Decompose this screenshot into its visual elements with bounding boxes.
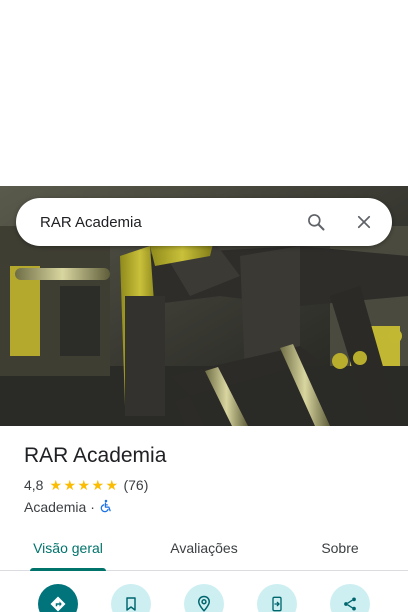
separator: · bbox=[90, 499, 95, 515]
map-blank-area bbox=[0, 0, 408, 186]
rating-stars: ★ ★ ★ ★ ★ bbox=[49, 478, 119, 492]
place-name: RAR Academia bbox=[24, 444, 167, 467]
nearby-button[interactable] bbox=[184, 584, 224, 612]
tab-about[interactable]: Sobre bbox=[272, 526, 408, 570]
star-icon: ★ bbox=[49, 477, 63, 493]
wheelchair-icon bbox=[99, 499, 113, 516]
directions-icon bbox=[50, 596, 66, 612]
review-count[interactable]: (76) bbox=[123, 477, 148, 493]
search-bar[interactable]: RAR Academia bbox=[16, 198, 392, 246]
tab-reviews[interactable]: Avaliações bbox=[136, 526, 272, 570]
category-row: Academia · bbox=[24, 497, 384, 517]
place-tabs: Visão geral Avaliações Sobre bbox=[0, 526, 408, 571]
star-icon: ★ bbox=[105, 477, 119, 493]
rating-value: 4,8 bbox=[24, 477, 44, 493]
star-icon: ★ bbox=[77, 477, 91, 493]
action-buttons bbox=[0, 584, 408, 612]
share-icon bbox=[344, 597, 356, 611]
nearby-icon bbox=[197, 595, 211, 612]
share-button[interactable] bbox=[330, 584, 370, 612]
star-icon: ★ bbox=[63, 477, 77, 493]
directions-button[interactable] bbox=[38, 584, 78, 612]
rating-row[interactable]: 4,8 ★ ★ ★ ★ ★ (76) bbox=[24, 475, 384, 495]
close-icon[interactable] bbox=[340, 198, 388, 246]
bookmark-icon bbox=[126, 597, 136, 611]
tab-overview[interactable]: Visão geral bbox=[0, 526, 136, 571]
save-button[interactable] bbox=[111, 584, 151, 612]
star-icon: ★ bbox=[91, 477, 105, 493]
send-to-phone-button[interactable] bbox=[257, 584, 297, 612]
send-to-phone-icon bbox=[272, 596, 282, 612]
place-info: RAR Academia 4,8 ★ ★ ★ ★ ★ (76) Academia… bbox=[24, 442, 384, 517]
search-icon[interactable] bbox=[292, 198, 340, 246]
place-category: Academia bbox=[24, 499, 87, 515]
search-query[interactable]: RAR Academia bbox=[16, 214, 292, 231]
